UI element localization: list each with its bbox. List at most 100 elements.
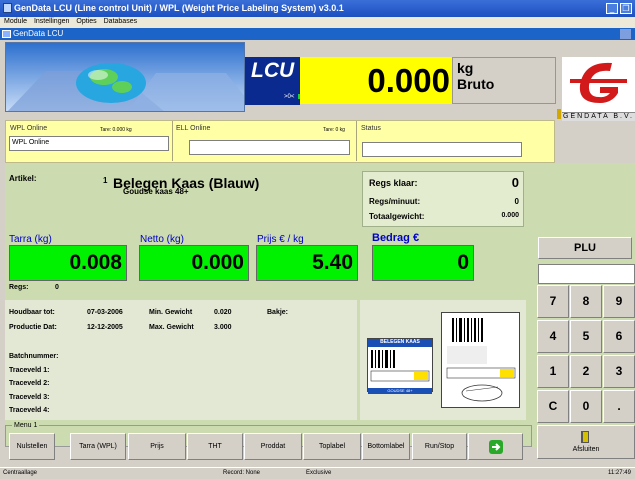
weight-unit-label: kg	[457, 60, 474, 76]
label1-title: BELEGEN KAAS	[368, 339, 432, 347]
wpl-tare: Tare: 0.000 kg	[100, 127, 132, 133]
key-9[interactable]: 9	[603, 285, 635, 318]
status-bar: Centraallage Record: None Exclusive 11:2…	[0, 467, 635, 479]
traffic-light-icon	[557, 109, 561, 119]
key-0[interactable]: 0	[570, 390, 602, 423]
houdbaar-value: 07-03-2006	[87, 309, 123, 316]
logo-text: GENDATA B.V.	[562, 112, 635, 121]
traceveld-3-label: Traceveld 3:	[9, 394, 50, 401]
key-6[interactable]: 6	[603, 320, 635, 353]
tarra-wpl-button[interactable]: Tarra (WPL)	[70, 433, 126, 460]
netto-field[interactable]: 0.000	[139, 245, 249, 281]
minimize-icon[interactable]: _	[606, 3, 618, 14]
netto-label: Netto (kg)	[140, 234, 184, 245]
status-label: Status	[361, 125, 381, 132]
bedrag-label: Bedrag €	[372, 232, 420, 244]
tarra-label: Tarra (kg)	[9, 234, 52, 245]
afsluiten-label: Afsluiten	[572, 446, 600, 453]
subwindow-icon	[2, 30, 11, 38]
regs-klaar-label: Regs klaar:	[369, 178, 418, 188]
key-4[interactable]: 4	[537, 320, 569, 353]
label-preview-1: BELEGEN KAAS GOUDSE 48+	[367, 338, 433, 394]
status-left: Centraallage	[3, 470, 38, 476]
houdbaar-label: Houdbaar tot:	[9, 309, 55, 316]
wpl-label: WPL Online	[10, 125, 48, 132]
menu-bar: Module Instellingen Opties Databases	[0, 17, 635, 28]
barcode-icon	[370, 350, 430, 382]
window-title-bar: GenData LCU (Line control Unit) / WPL (W…	[0, 0, 635, 17]
batchnummer-label: Batchnummer:	[9, 353, 59, 360]
key-5[interactable]: 5	[570, 320, 602, 353]
arrow-right-icon	[488, 440, 503, 454]
app-icon	[3, 3, 12, 13]
article-label: Artikel:	[9, 174, 37, 183]
subwindow-title-bar: GenData LCU	[0, 28, 635, 40]
gendata-logo	[562, 57, 635, 119]
tarra-field[interactable]: 0.008	[9, 245, 127, 281]
nulstellen-button[interactable]: Nulstellen	[9, 433, 55, 460]
totaalgewicht-label: Totaalgewicht:	[369, 212, 425, 221]
menu-module[interactable]: Module	[4, 18, 27, 25]
key-2[interactable]: 2	[570, 355, 602, 388]
traceveld-1-label: Traceveld 1:	[9, 367, 50, 374]
run-stop-button[interactable]: Run/Stop	[412, 433, 467, 460]
prijs-field[interactable]: 5.40	[256, 245, 358, 281]
min-gewicht-value: 0.020	[214, 309, 232, 316]
regs-klaar-row: Regs klaar: 0	[369, 175, 519, 190]
key-1[interactable]: 1	[537, 355, 569, 388]
regs-minuut-value: 0	[514, 197, 519, 206]
subwindow-close-icon[interactable]	[620, 29, 631, 39]
tht-button[interactable]: THT	[187, 433, 243, 460]
ell-tare: Tare: 0 kg	[323, 127, 345, 133]
key-3[interactable]: 3	[603, 355, 635, 388]
label1-footer: GOUDSE 48+	[368, 388, 432, 394]
regs-value: 0	[55, 284, 59, 291]
bottomlabel-button[interactable]: Bottomlabel	[362, 433, 410, 460]
bakje-label: Bakje:	[267, 309, 289, 316]
status-field[interactable]	[362, 142, 522, 157]
status-mode: Exclusive	[306, 470, 332, 476]
menu-opties[interactable]: Opties	[76, 18, 96, 25]
weight-mode: Bruto	[457, 76, 495, 92]
min-gewicht-label: Min. Gewicht	[149, 309, 193, 316]
status-time: 11:27:49	[608, 470, 631, 476]
key-decimal[interactable]: .	[603, 390, 635, 423]
subwindow-title: GenData LCU	[13, 29, 64, 38]
regs-klaar-value: 0	[511, 175, 519, 190]
article-number: 1	[103, 176, 108, 185]
max-gewicht-label: Max. Gewicht	[149, 324, 194, 331]
regs-minuut-label: Regs/minuut:	[369, 197, 421, 206]
ell-field[interactable]	[189, 140, 350, 155]
totaalgewicht-value: 0.000	[501, 212, 519, 219]
wpl-field[interactable]: WPL Online	[9, 136, 169, 151]
label-preview-2	[441, 312, 520, 408]
summary-box: Regs klaar: 0 Regs/minuut: 0 Totaalgewicht…	[362, 171, 524, 227]
menu-instellingen[interactable]: Instellingen	[34, 18, 69, 25]
afsluiten-button[interactable]: Afsluiten	[537, 425, 635, 459]
regs-label: Regs:	[9, 284, 29, 291]
banner-image	[5, 42, 245, 112]
toplabel-button[interactable]: Toplabel	[303, 433, 361, 460]
weight-unit: kg Bruto	[452, 57, 556, 104]
exit-door-icon	[581, 431, 589, 443]
prijs-button[interactable]: Prijs	[128, 433, 186, 460]
restore-icon[interactable]: ❐	[620, 3, 632, 14]
proddat-button[interactable]: Proddat	[244, 433, 302, 460]
product-subtitle: Goudse kaas 48+	[123, 187, 189, 196]
weight-value: 0.000	[367, 62, 450, 99]
globe-laptop-icon	[7, 63, 244, 111]
max-gewicht-value: 3.000	[214, 324, 232, 331]
plu-input[interactable]	[538, 264, 635, 284]
next-button[interactable]	[468, 433, 523, 460]
productie-value: 12-12-2005	[87, 324, 123, 331]
key-clear[interactable]: C	[537, 390, 569, 423]
totaalgewicht-row: Totaalgewicht: 0.000	[369, 212, 519, 221]
lcu-zero-indicator: >0<	[284, 94, 295, 100]
plu-button[interactable]: PLU	[538, 237, 632, 259]
menu-databases[interactable]: Databases	[104, 18, 137, 25]
key-8[interactable]: 8	[570, 285, 602, 318]
bedrag-field[interactable]: 0	[372, 245, 474, 281]
key-7[interactable]: 7	[537, 285, 569, 318]
productie-label: Productie Dat:	[9, 324, 57, 331]
product-info-panel: Houdbaar tot: 07-03-2006 Min. Gewicht 0.…	[5, 300, 357, 420]
